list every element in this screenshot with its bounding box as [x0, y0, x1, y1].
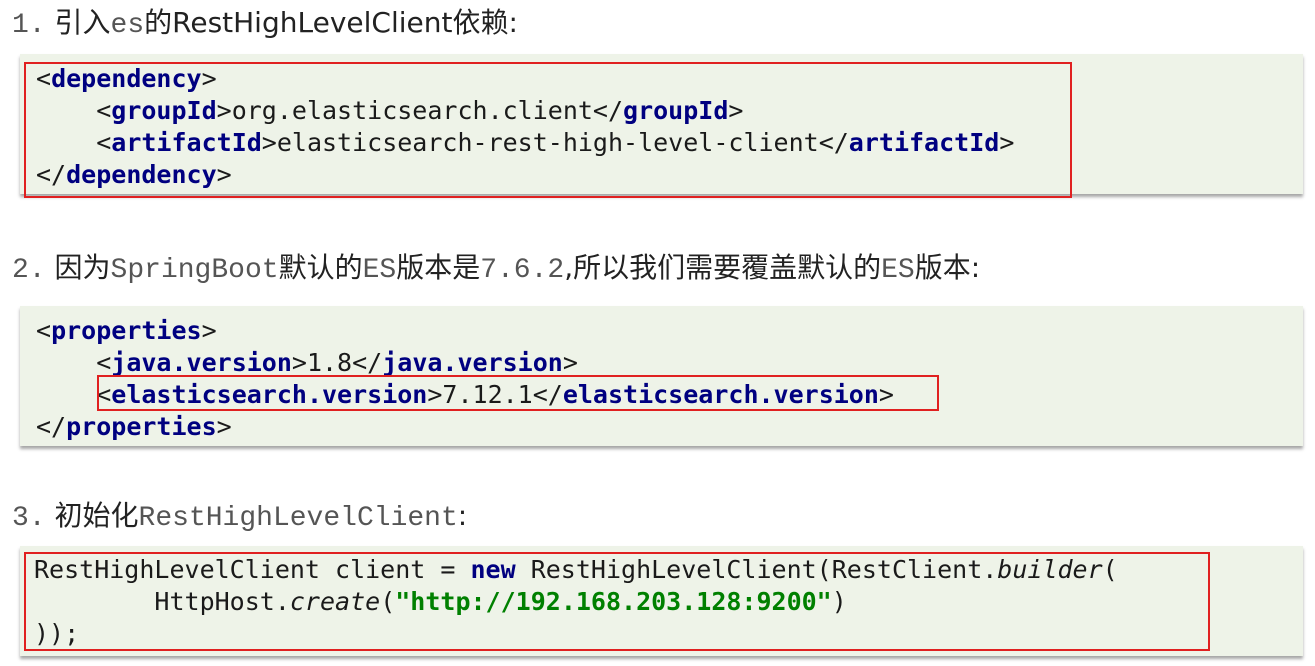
step-number: 1. — [12, 10, 46, 41]
heading-text: 初始化 — [54, 499, 139, 532]
code-line: <groupId>org.elasticsearch.client</group… — [96, 96, 744, 125]
code-block-properties: <properties> <java.version>1.8</java.ver… — [20, 306, 1303, 446]
code-line: )); — [34, 619, 80, 648]
step-2-heading: 2. 因为SpringBoot默认的ES版本是7.6.2,所以我们需要覆盖默认的… — [12, 251, 981, 286]
code-line: <elasticsearch.version>7.12.1</elasticse… — [96, 380, 894, 409]
step-number: 2. — [12, 255, 46, 286]
heading-mono: es — [110, 10, 145, 41]
code-line: <properties> — [36, 316, 217, 345]
code-line: RestHighLevelClient client = new RestHig… — [34, 555, 1118, 584]
code-line: <dependency> — [36, 64, 217, 93]
heading-text: 的RestHighLevelClient依赖: — [144, 6, 518, 39]
code-block-client-init: RestHighLevelClient client = new RestHig… — [20, 546, 1303, 656]
step-number: 3. — [12, 503, 46, 534]
code-block-dependency: <dependency> <groupId>org.elasticsearch.… — [20, 54, 1303, 194]
code-line: </dependency> — [36, 160, 232, 189]
step-3-heading: 3. 初始化RestHighLevelClient: — [12, 496, 467, 536]
code-line: <java.version>1.8</java.version> — [96, 348, 578, 377]
code-line: <artifactId>elasticsearch-rest-high-leve… — [96, 128, 1015, 157]
heading-text: 引入 — [54, 6, 111, 39]
step-1-heading: 1. 引入es的RestHighLevelClient依赖: — [12, 3, 518, 43]
heading-mono: RestHighLevelClient — [138, 503, 458, 534]
heading-text: : — [457, 499, 468, 532]
code-line: HttpHost.create("http://192.168.203.128:… — [34, 587, 847, 616]
code-line: </properties> — [36, 412, 232, 441]
